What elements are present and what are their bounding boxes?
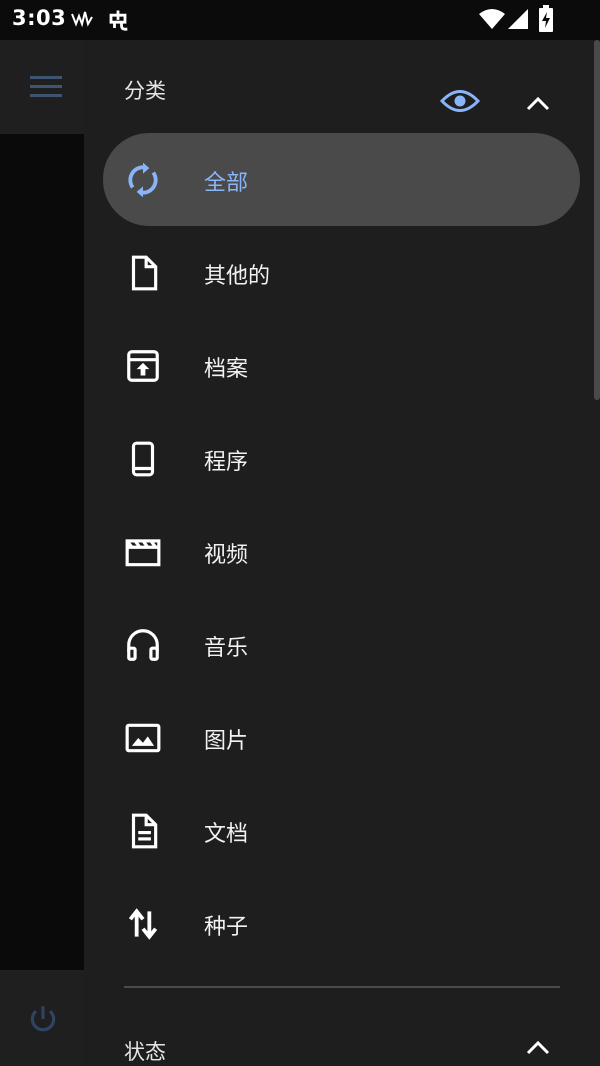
category-label: 种子 [204,915,249,940]
category-label: 视频 [204,543,249,568]
category-label: 全部 [204,171,249,196]
battery-charging-icon [538,5,554,37]
category-list: 全部 其他的 档案 程序 视频 音乐 图片 文档 种子 [84,133,600,970]
category-item-other[interactable]: 其他的 [84,226,600,319]
category-label: 程序 [204,450,249,475]
category-item-document[interactable]: 文档 [84,784,600,877]
app-content [0,134,84,970]
chevron-up-icon[interactable] [525,1038,551,1060]
category-item-archive[interactable]: 档案 [84,319,600,412]
image-icon [124,719,162,757]
category-label: 档案 [204,357,249,382]
eye-icon[interactable] [439,88,481,118]
category-item-music[interactable]: 音乐 [84,598,600,691]
status-time: 3:03 [12,6,67,30]
category-label: 文档 [204,822,249,847]
activity-icon [70,7,94,35]
file-icon [124,254,162,292]
section-divider [124,986,560,988]
swap-vertical-icon [124,905,162,943]
hamburger-menu-icon[interactable] [30,76,64,100]
navigation-drawer: 分类 全部 其他的 档案 程序 视频 音乐 图片 文档 种子 状态 [84,40,600,1066]
video-clapper-icon [124,533,162,571]
archive-icon [124,347,162,385]
power-icon[interactable] [26,1002,60,1040]
status-bar: 3:03 [0,0,600,40]
signal-icon [506,7,530,35]
screen: 3:03 分类 全部 其他的 档案 程序 视频 音乐 图片 文档 种子 状态 [0,0,600,1066]
category-item-video[interactable]: 视频 [84,505,600,598]
wifi-icon [478,7,506,35]
refresh-icon [124,161,162,199]
headphones-icon [124,626,162,664]
chevron-up-icon[interactable] [525,94,551,116]
category-item-all[interactable]: 全部 [84,133,600,226]
category-item-image[interactable]: 图片 [84,691,600,784]
category-label: 其他的 [204,264,271,289]
category-label: 音乐 [204,636,249,661]
category-item-program[interactable]: 程序 [84,412,600,505]
phone-icon [124,440,162,478]
category-label: 图片 [204,729,249,754]
bug-icon [104,7,132,39]
category-item-torrent[interactable]: 种子 [84,877,600,970]
document-icon [124,812,162,850]
categories-section-title: 分类 [124,79,166,103]
categories-section-header[interactable]: 分类 [84,58,600,118]
active-item-highlight [103,133,580,226]
status-section-title: 状态 [124,1040,166,1064]
